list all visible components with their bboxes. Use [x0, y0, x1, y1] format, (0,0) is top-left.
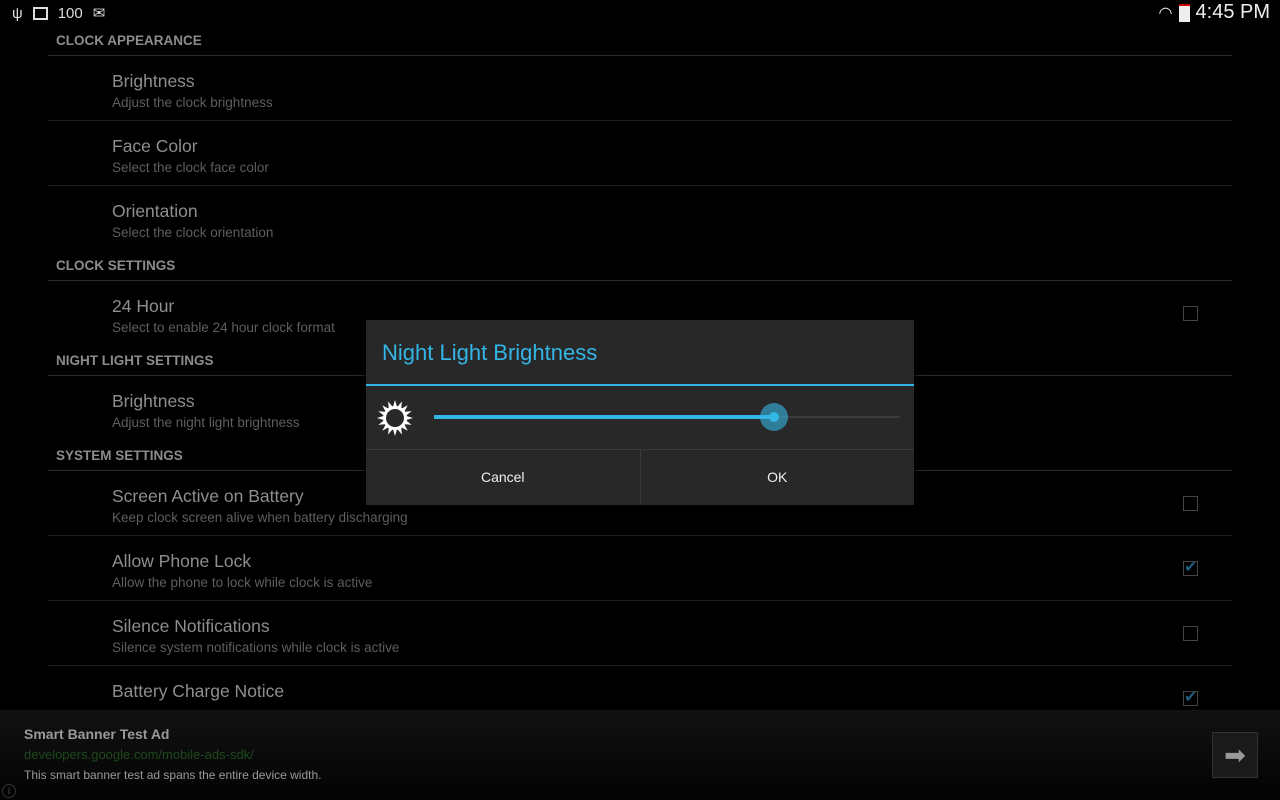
dialog-title: Night Light Brightness	[366, 320, 914, 386]
slider-fill	[434, 415, 775, 419]
brightness-slider[interactable]	[434, 403, 900, 431]
arrow-right-icon: ➡	[1224, 739, 1246, 770]
brightness-dialog: Night Light Brightness Cancel OK	[366, 320, 914, 505]
cancel-button[interactable]: Cancel	[366, 450, 640, 504]
ad-banner[interactable]: Smart Banner Test Ad developers.google.c…	[0, 710, 1280, 800]
sun-icon	[377, 400, 413, 436]
ad-description: This smart banner test ad spans the enti…	[24, 768, 322, 782]
ok-button[interactable]: OK	[639, 450, 915, 504]
ad-url[interactable]: developers.google.com/mobile-ads-sdk/	[24, 747, 254, 762]
ad-title[interactable]: Smart Banner Test Ad	[24, 726, 169, 742]
ad-info-icon[interactable]: i	[2, 784, 16, 798]
ad-arrow-button[interactable]: ➡	[1212, 732, 1258, 778]
slider-thumb[interactable]	[760, 403, 789, 431]
